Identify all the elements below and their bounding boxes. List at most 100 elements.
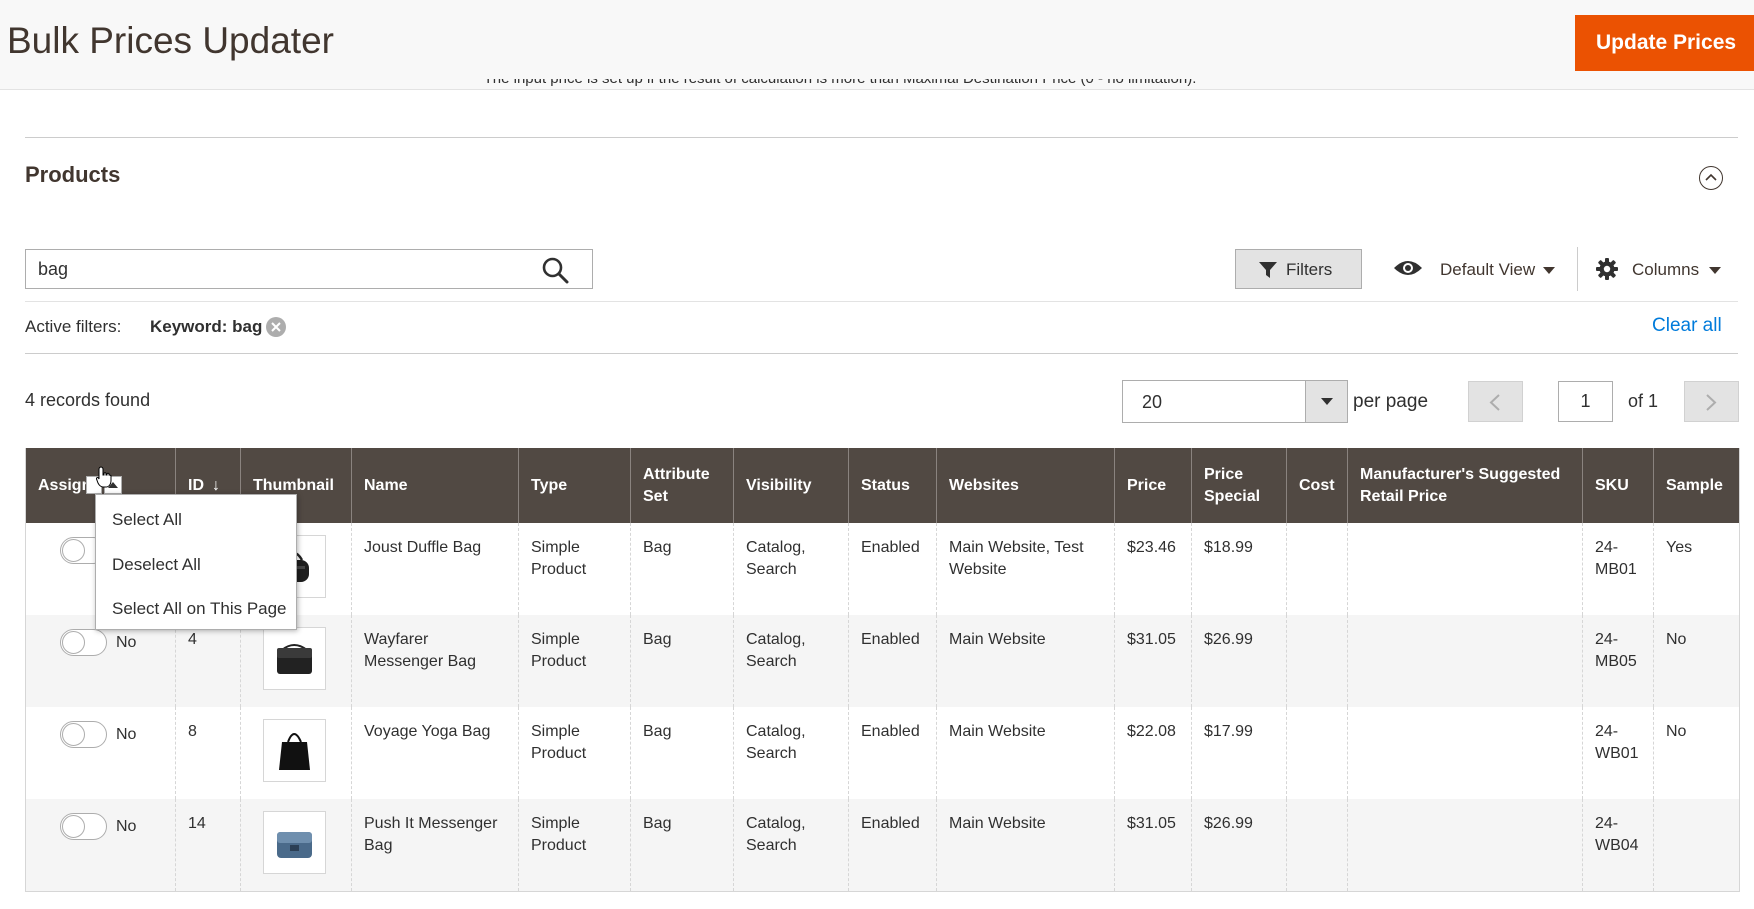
menu-item-select-all-on-page[interactable]: Select All on This Page (112, 599, 287, 619)
caret-down-icon (1321, 398, 1333, 405)
status-cell: Enabled (848, 707, 937, 799)
assign-toggle-label: No (116, 725, 137, 743)
price-special-cell: $17.99 (1191, 707, 1287, 799)
type-cell: Simple Product (518, 523, 631, 615)
visibility-cell: Catalog, Search (733, 523, 849, 615)
visibility-cell: Catalog, Search (733, 799, 849, 892)
sample-cell: No (1653, 615, 1740, 707)
menu-item-select-all[interactable]: Select All (112, 510, 182, 530)
per-page-value: 20 (1142, 392, 1163, 412)
name-cell: Voyage Yoga Bag (351, 707, 519, 799)
sku-cell: 24-WB04 (1582, 799, 1654, 892)
column-header-status[interactable]: Status (848, 448, 937, 523)
caret-down-icon (1543, 267, 1555, 274)
table-row[interactable]: No 8 Voyage Yoga Bag Simple Product Bag … (26, 707, 1740, 799)
websites-cell: Main Website (936, 799, 1115, 892)
attribute-set-cell: Bag (630, 707, 734, 799)
column-header-websites[interactable]: Websites (936, 448, 1115, 523)
toggle-knob (62, 631, 85, 654)
per-page-select[interactable]: 20 (1122, 380, 1312, 423)
columns-control[interactable]: Columns (1596, 256, 1726, 284)
note-text: The input price is set up if the result … (0, 79, 1680, 87)
update-prices-button[interactable]: Update Prices (1575, 15, 1754, 71)
blue-messenger-bag-thumbnail[interactable] (263, 811, 326, 874)
filters-button[interactable]: Filters (1235, 249, 1362, 289)
remove-filter-icon[interactable] (266, 317, 286, 337)
toolbar-divider (1577, 247, 1578, 291)
price-cell: $31.05 (1114, 799, 1192, 892)
toggle-knob (62, 539, 85, 562)
table-row[interactable]: No 14 Push It Messenger Bag Simple Produ… (25, 799, 1740, 892)
cost-cell (1286, 707, 1348, 799)
mass-select-menu: Select All Deselect All Select All on Th… (95, 494, 297, 630)
messenger-bag-thumbnail[interactable] (263, 627, 326, 690)
column-header-type[interactable]: Type (518, 448, 631, 523)
type-cell: Simple Product (518, 707, 631, 799)
websites-cell: Main Website, Test Website (936, 523, 1115, 615)
chevron-right-icon (1706, 394, 1717, 411)
clear-all-link[interactable]: Clear all (1652, 315, 1722, 337)
search-icon[interactable] (541, 256, 569, 284)
column-header-name[interactable]: Name (351, 448, 519, 523)
assign-cell: No (26, 707, 176, 799)
note-text-clipped: The input price is set up if the result … (0, 79, 1680, 99)
collapse-section-icon[interactable] (1699, 166, 1723, 190)
cost-cell (1286, 799, 1348, 892)
sku-cell: 24-MB05 (1582, 615, 1654, 707)
type-cell: Simple Product (518, 799, 631, 892)
price-special-cell: $26.99 (1191, 615, 1287, 707)
chevron-left-icon (1489, 394, 1500, 411)
sample-cell (1653, 799, 1740, 892)
toggle-knob (62, 723, 85, 746)
menu-item-deselect-all[interactable]: Deselect All (112, 555, 201, 575)
total-pages-label: of 1 (1628, 391, 1659, 411)
caret-down-icon (1709, 267, 1721, 274)
previous-page-button[interactable] (1468, 381, 1523, 422)
column-header-price[interactable]: Price (1114, 448, 1192, 523)
current-page-input[interactable] (1558, 381, 1613, 422)
cost-cell (1286, 615, 1348, 707)
column-header-attribute-set[interactable]: Attribute Set (630, 448, 734, 523)
keyword-search-box (25, 249, 593, 289)
status-cell: Enabled (848, 523, 937, 615)
sample-cell: No (1653, 707, 1740, 799)
thumbnail-cell (240, 707, 352, 799)
column-header-cost[interactable]: Cost (1286, 448, 1348, 523)
section-divider (25, 137, 1738, 138)
assign-toggle[interactable] (60, 629, 107, 656)
column-header-sample[interactable]: Sample (1653, 448, 1740, 523)
price-cell: $22.08 (1114, 707, 1192, 799)
next-page-button[interactable] (1684, 381, 1739, 422)
keyword-search-input[interactable] (38, 257, 518, 281)
tote-bag-thumbnail[interactable] (263, 719, 326, 782)
sample-cell: Yes (1653, 523, 1740, 615)
price-special-cell: $26.99 (1191, 799, 1287, 892)
msrp-cell (1347, 799, 1583, 892)
status-cell: Enabled (848, 615, 937, 707)
column-header-visibility[interactable]: Visibility (733, 448, 849, 523)
price-cell: $31.05 (1114, 615, 1192, 707)
column-header-price-special[interactable]: Price Special (1191, 448, 1287, 523)
attribute-set-cell: Bag (630, 523, 734, 615)
per-page-dropdown-button[interactable] (1305, 380, 1348, 423)
attribute-set-cell: Bag (630, 799, 734, 892)
assign-toggle[interactable] (60, 721, 107, 748)
assign-cell: No (25, 799, 176, 892)
filters-divider-line (25, 353, 1738, 354)
msrp-cell (1347, 615, 1583, 707)
websites-cell: Main Website (936, 707, 1115, 799)
websites-cell: Main Website (936, 615, 1115, 707)
assign-toggle-label: No (116, 817, 137, 835)
assign-toggle[interactable] (60, 813, 107, 840)
sku-cell: 24-MB01 (1582, 523, 1654, 615)
column-header-msrp[interactable]: Manufacturer's Suggested Retail Price (1347, 448, 1583, 523)
visibility-cell: Catalog, Search (733, 615, 849, 707)
name-cell: Wayfarer Messenger Bag (351, 615, 519, 707)
msrp-cell (1347, 707, 1583, 799)
mouse-pointer-icon (96, 466, 112, 488)
filters-label: Filters (1286, 260, 1333, 279)
products-section-title: Products (25, 162, 121, 187)
cost-cell (1286, 523, 1348, 615)
column-header-sku[interactable]: SKU (1582, 448, 1654, 523)
visibility-cell: Catalog, Search (733, 707, 849, 799)
